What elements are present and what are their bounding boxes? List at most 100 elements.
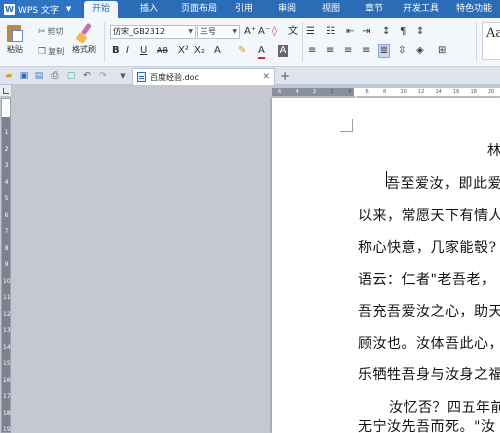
ruler-tick-label: 14 bbox=[435, 89, 442, 95]
copy-button[interactable]: ❐ 复制 bbox=[38, 46, 64, 57]
phonetic-guide-icon[interactable]: 文 bbox=[288, 26, 298, 38]
format-painter-label: 格式刷 bbox=[72, 45, 96, 54]
distributed-align-icon[interactable]: ≣ bbox=[378, 44, 390, 58]
ruler-tick-label: 1 bbox=[4, 129, 9, 136]
export-pdf-icon[interactable]: ▤ bbox=[34, 71, 44, 81]
ruler-tick-label: 8 bbox=[4, 244, 9, 252]
quick-access-bar: ▰ ▣ ▤ ⎙ ▢ ↶ ↷ ▼ 百度经验.doc ✕ + bbox=[0, 67, 500, 85]
ruler-tick-label: 2 bbox=[313, 89, 317, 95]
wps-logo-icon: W bbox=[4, 3, 15, 15]
tab-view[interactable]: 视图 bbox=[317, 0, 345, 18]
highlight-icon[interactable]: ✎ bbox=[238, 45, 246, 57]
tab-developer[interactable]: 开发工具 bbox=[400, 0, 442, 18]
undo-icon[interactable]: ↶ bbox=[82, 71, 92, 81]
borders-icon[interactable]: ⊞ bbox=[438, 45, 446, 57]
ruler-tick-label: 11 bbox=[3, 294, 11, 301]
cut-button[interactable]: ✂ 剪切 bbox=[38, 26, 64, 37]
new-tab-icon[interactable]: + bbox=[280, 69, 290, 83]
ruler-tick-label: 3 bbox=[4, 162, 9, 169]
clear-format-icon[interactable]: ◊ bbox=[272, 26, 277, 38]
doc-line: 以来，常愿天下有情人 bbox=[358, 208, 500, 224]
underline-icon[interactable]: U bbox=[140, 45, 147, 57]
save-icon[interactable]: ▣ bbox=[19, 71, 29, 81]
superscript-icon[interactable]: X² bbox=[178, 45, 189, 57]
style-gallery[interactable]: Aa bbox=[482, 22, 500, 60]
ruler-tick-label: 6 bbox=[365, 89, 369, 95]
doc-line: 吾充吾爱汝之心，助天 bbox=[358, 304, 500, 320]
strikethrough-icon[interactable]: AB bbox=[157, 45, 168, 57]
ruler-tick-label: 5 bbox=[4, 195, 9, 202]
ruler-tick-label: 19 bbox=[3, 426, 11, 433]
document-tab[interactable]: 百度经验.doc ✕ bbox=[132, 68, 275, 85]
paintbrush-icon bbox=[73, 22, 95, 44]
doc-line: 无宁汝先吾而死。"汝 bbox=[358, 419, 496, 433]
show-marks-icon[interactable]: ¶ bbox=[400, 26, 406, 38]
font-color-icon[interactable]: A bbox=[258, 45, 265, 59]
align-right-icon[interactable]: ≡ bbox=[344, 45, 352, 57]
ruler-tick-label: 12 bbox=[3, 310, 11, 318]
ruler-toggle-button[interactable] bbox=[0, 85, 12, 97]
char-shading-icon[interactable]: A bbox=[278, 45, 288, 57]
bold-icon[interactable]: B bbox=[112, 45, 120, 57]
subscript-icon[interactable]: X₂ bbox=[194, 45, 205, 57]
document-icon bbox=[137, 72, 146, 82]
paste-label: 粘贴 bbox=[7, 45, 23, 54]
horizontal-ruler[interactable]: 6 4 2 2 4 6 8 10 12 14 16 18 20 bbox=[272, 88, 500, 97]
ruler-tick-label: 6 bbox=[4, 211, 9, 219]
line-spacing-icon[interactable]: ⇕ bbox=[416, 26, 424, 38]
text-effect-icon[interactable]: A bbox=[214, 45, 221, 57]
justify-icon[interactable]: ≡ bbox=[362, 45, 370, 57]
doc-line: 汝忆否？四五年前 bbox=[389, 400, 500, 416]
sort-icon[interactable]: ↕ bbox=[382, 26, 390, 38]
open-folder-icon[interactable]: ▰ bbox=[4, 71, 14, 81]
paste-icon bbox=[4, 22, 26, 44]
ribbon: 粘贴 ✂ 剪切 ❐ 复制 格式刷 仿宋_GB2312 ▼ 三号 ▼ A⁺ A⁻ … bbox=[0, 18, 500, 67]
doc-line: 吾至爱汝，即此爱 bbox=[386, 176, 500, 192]
print-preview-icon[interactable]: ▢ bbox=[66, 71, 76, 81]
format-painter-button[interactable]: 格式刷 bbox=[72, 22, 96, 55]
shading-icon[interactable]: ◈ bbox=[416, 45, 424, 57]
print-icon[interactable]: ⎙ bbox=[50, 71, 60, 81]
paste-button[interactable]: 粘贴 bbox=[4, 22, 26, 55]
italic-icon[interactable]: I bbox=[126, 45, 129, 57]
ruler-tick-label: 2 bbox=[4, 145, 9, 153]
close-icon[interactable]: ✕ bbox=[262, 72, 270, 82]
document-tab-title: 百度经验.doc bbox=[150, 72, 199, 82]
title-bar: W WPS 文字 ▼ 开始 插入 页面布局 引用 审阅 视图 章节 开发工具 特… bbox=[0, 0, 500, 18]
ruler-tick-label: 16 bbox=[3, 376, 11, 384]
align-center-icon[interactable]: ≡ bbox=[326, 45, 334, 57]
customize-dropdown-icon[interactable]: ▼ bbox=[118, 71, 128, 81]
tab-review[interactable]: 审阅 bbox=[273, 0, 301, 18]
vertical-ruler[interactable]: 1 2 3 4 5 6 7 8 9 10 11 12 13 14 15 16 17 18 19 bbox=[1, 98, 11, 433]
ruler-tick-label: 10 bbox=[400, 89, 407, 95]
cut-label: 剪切 bbox=[47, 27, 64, 36]
increase-indent-icon[interactable]: ⇥ bbox=[362, 26, 370, 38]
doc-line: 语云：仁者"老吾老， bbox=[358, 272, 496, 288]
font-size-select[interactable]: 三号 ▼ bbox=[197, 25, 240, 39]
document-page[interactable]: 林 吾至爱汝，即此爱 以来，常愿天下有情人 称心快意，几家能彀? 语云：仁者"老… bbox=[272, 98, 500, 433]
tab-chapter[interactable]: 章节 bbox=[360, 0, 388, 18]
decrease-indent-icon[interactable]: ⇤ bbox=[346, 26, 354, 38]
grow-font-icon[interactable]: A⁺ bbox=[244, 26, 256, 38]
line-spacing-options-icon[interactable]: ⇳ bbox=[398, 45, 406, 57]
app-menu-button[interactable]: W WPS 文字 ▼ bbox=[0, 0, 81, 18]
align-left-icon[interactable]: ≡ bbox=[308, 45, 316, 57]
tab-home[interactable]: 开始 bbox=[84, 1, 118, 18]
redo-icon[interactable]: ↷ bbox=[98, 71, 108, 81]
tab-references[interactable]: 引用 bbox=[230, 0, 258, 18]
margin-corner-mark bbox=[340, 119, 353, 132]
tab-insert[interactable]: 插入 bbox=[134, 0, 164, 18]
shrink-font-icon[interactable]: A⁻ bbox=[258, 26, 270, 38]
divider bbox=[476, 22, 477, 62]
tab-page-layout[interactable]: 页面布局 bbox=[176, 0, 222, 18]
bullets-icon[interactable]: ☰ bbox=[306, 26, 315, 38]
copy-icon: ❐ bbox=[38, 46, 47, 57]
ruler-tick-label: 15 bbox=[3, 360, 11, 367]
tab-features[interactable]: 特色功能 bbox=[451, 0, 497, 18]
numbering-icon[interactable]: ☷ bbox=[326, 26, 335, 38]
chevron-down-icon: ▼ bbox=[232, 28, 237, 35]
font-name-select[interactable]: 仿宋_GB2312 ▼ bbox=[110, 25, 196, 39]
font-name-value: 仿宋_GB2312 bbox=[113, 27, 166, 36]
doc-line: 顾汝也。汝体吾此心， bbox=[358, 336, 500, 352]
divider bbox=[302, 22, 303, 62]
